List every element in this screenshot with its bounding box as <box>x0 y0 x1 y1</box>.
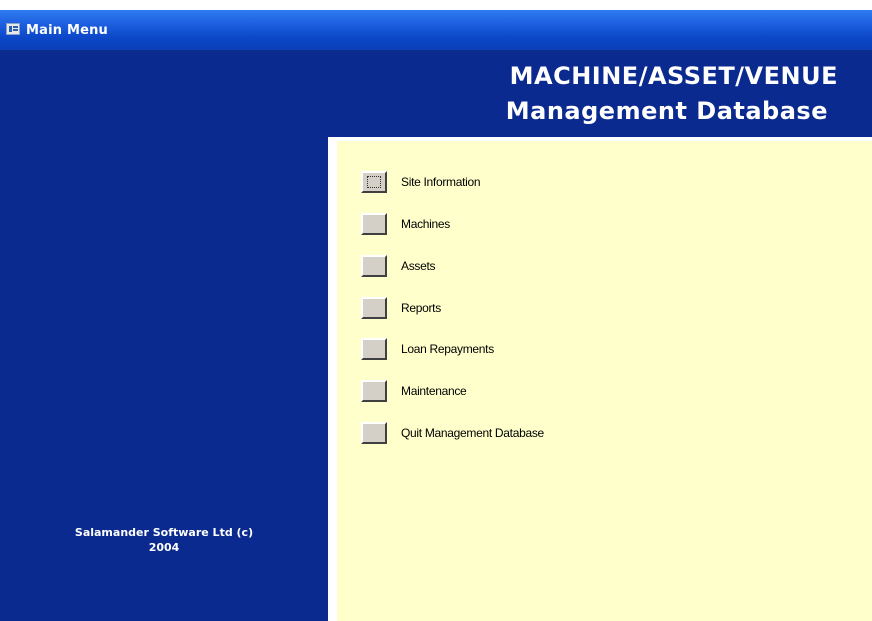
quit-button[interactable] <box>361 422 387 444</box>
copyright-line1: Salamander Software Ltd (c) <box>74 526 254 539</box>
maintenance-label: Maintenance <box>401 384 467 398</box>
quit-label: Quit Management Database <box>401 426 544 440</box>
machines-label: Machines <box>401 217 450 231</box>
site-information-button[interactable] <box>361 171 387 193</box>
header-title-line2: Management Database <box>505 97 828 125</box>
loan-repayments-button[interactable] <box>361 338 387 360</box>
window-title-bar[interactable]: Main Menu <box>0 10 872 52</box>
loan-repayments-label: Loan Repayments <box>401 342 494 356</box>
access-form-icon <box>6 23 20 35</box>
maintenance-button[interactable] <box>361 380 387 402</box>
machines-button[interactable] <box>361 213 387 235</box>
sidebar-panel: Salamander Software Ltd (c) 2004 <box>0 137 328 621</box>
copyright-text: Salamander Software Ltd (c) 2004 <box>0 525 328 555</box>
header-banner: MACHINE/ASSET/VENUE Management Database <box>0 52 872 137</box>
copyright-line2: 2004 <box>148 541 180 554</box>
panel-divider <box>328 137 337 621</box>
assets-button[interactable] <box>361 255 387 277</box>
reports-label: Reports <box>401 301 441 315</box>
site-information-label: Site Information <box>401 175 481 189</box>
reports-button[interactable] <box>361 297 387 319</box>
menu-panel: Site Information Machines Assets Reports… <box>337 141 872 621</box>
header-title-line1: MACHINE/ASSET/VENUE <box>509 62 838 90</box>
window-title: Main Menu <box>26 23 109 38</box>
assets-label: Assets <box>401 259 436 273</box>
